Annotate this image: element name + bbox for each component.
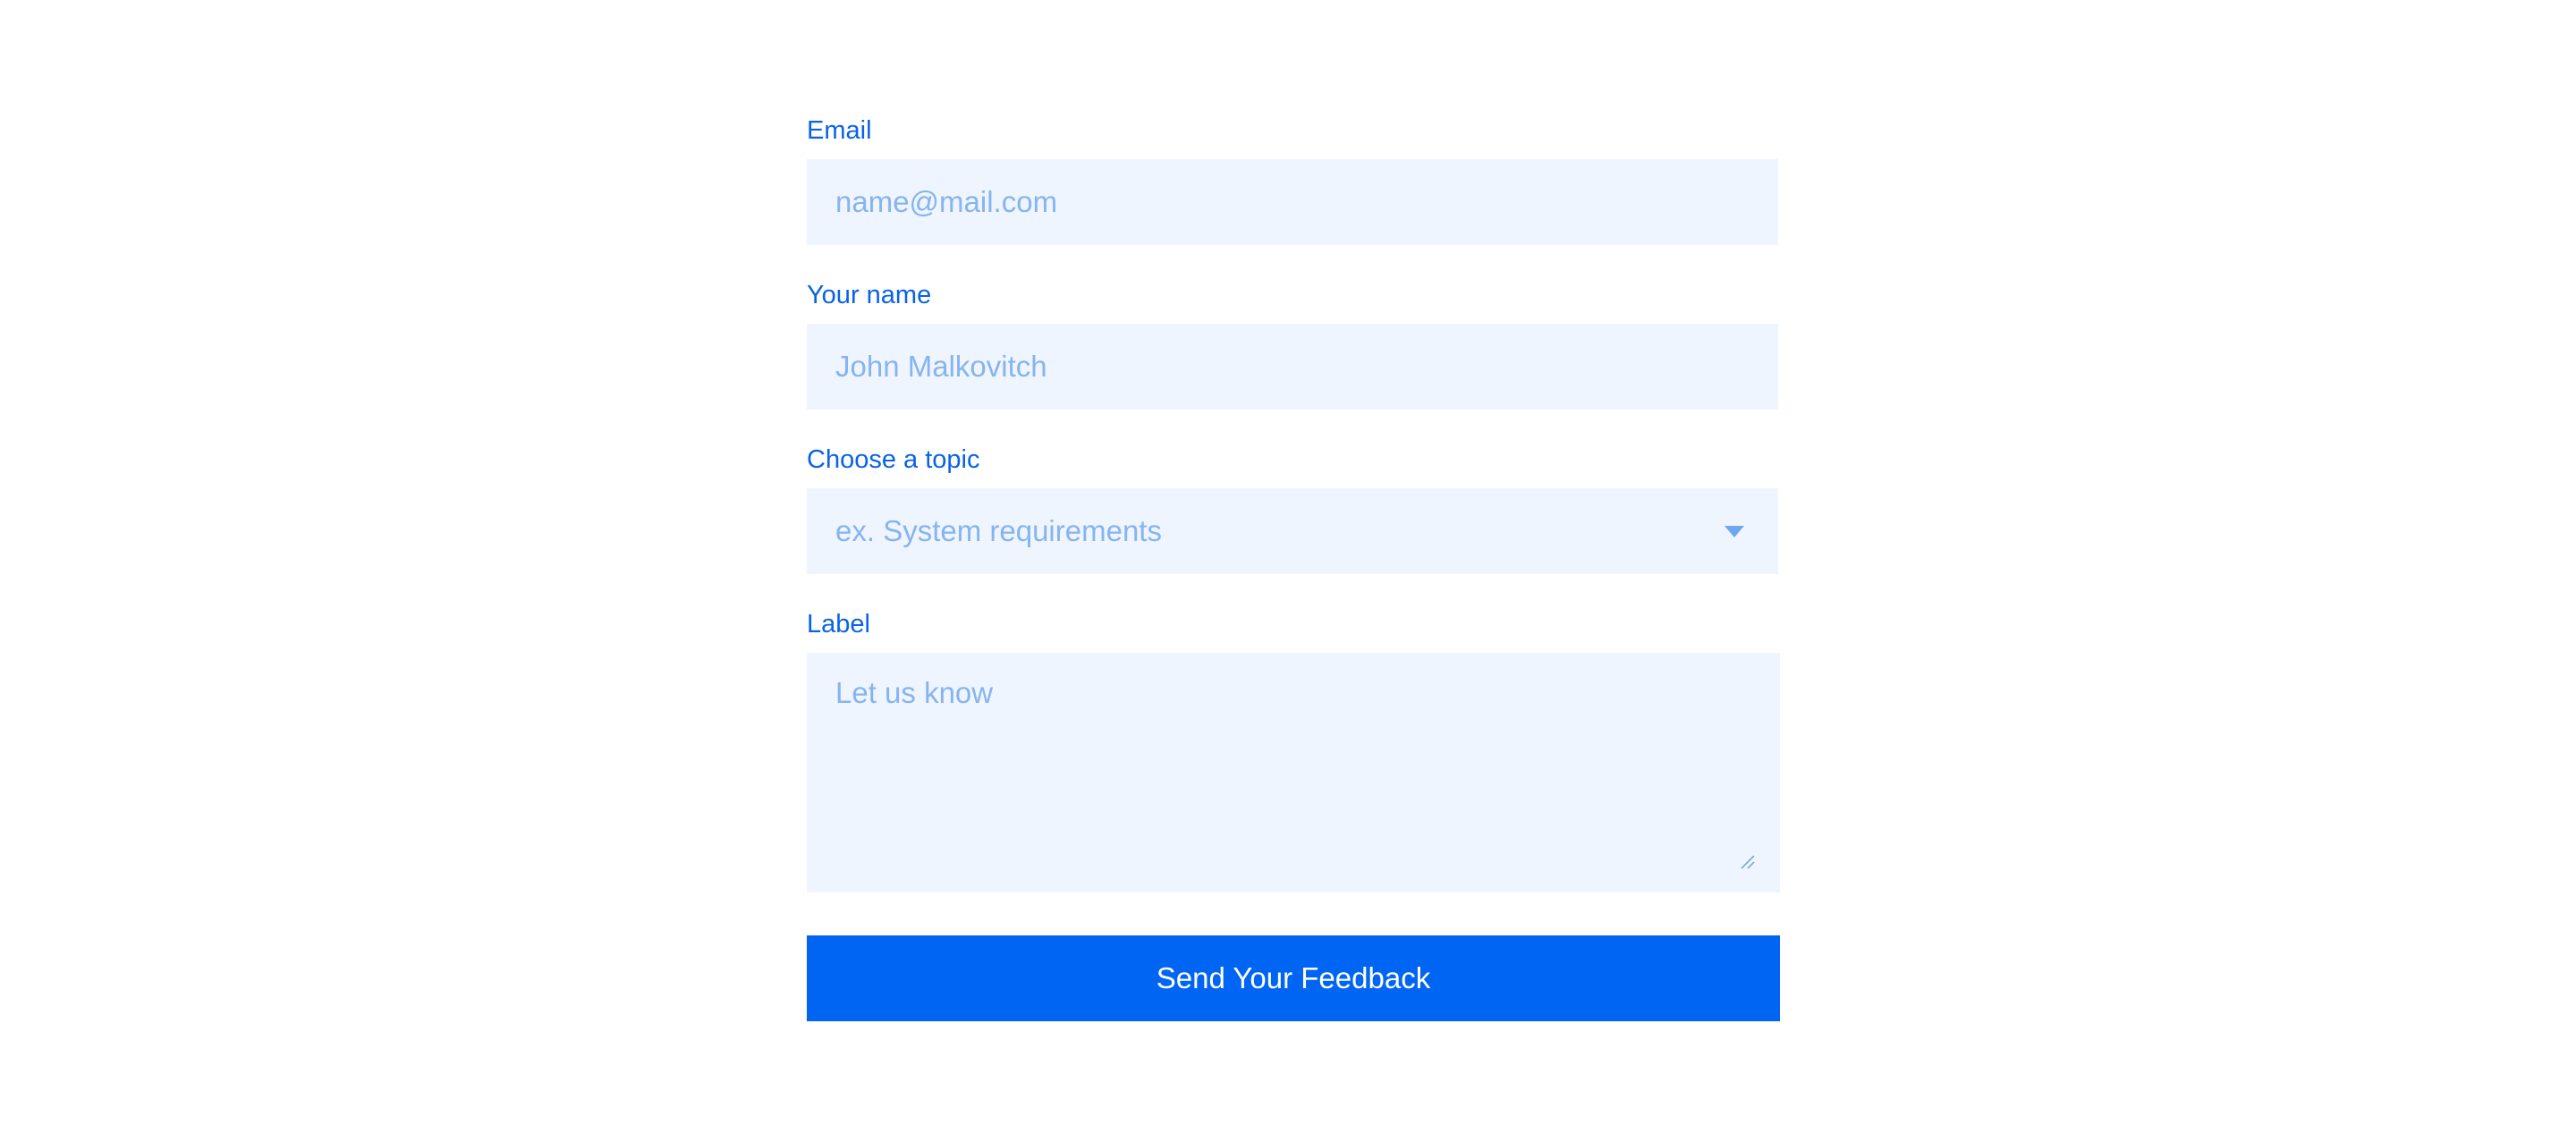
message-wrap xyxy=(807,653,1780,892)
topic-group: Choose a topic ex. System requirements xyxy=(807,444,1780,574)
topic-select[interactable]: ex. System requirements xyxy=(807,488,1778,574)
resize-grip-icon[interactable] xyxy=(1739,853,1755,869)
message-textarea[interactable] xyxy=(807,653,1780,892)
chevron-down-icon xyxy=(1724,526,1744,537)
email-group: Email xyxy=(807,114,1780,245)
message-label: Label xyxy=(807,610,870,639)
email-label: Email xyxy=(807,116,872,145)
message-group: Label xyxy=(807,608,1780,892)
send-feedback-button[interactable]: Send Your Feedback xyxy=(807,935,1780,1021)
email-field[interactable] xyxy=(807,159,1778,245)
name-field[interactable] xyxy=(807,324,1778,410)
name-label: Your name xyxy=(807,281,932,309)
name-group: Your name xyxy=(807,279,1780,410)
feedback-form: Email Your name Choose a topic ex. Syste… xyxy=(807,114,1780,1021)
topic-label: Choose a topic xyxy=(807,445,980,474)
topic-select-value: ex. System requirements xyxy=(835,514,1162,547)
